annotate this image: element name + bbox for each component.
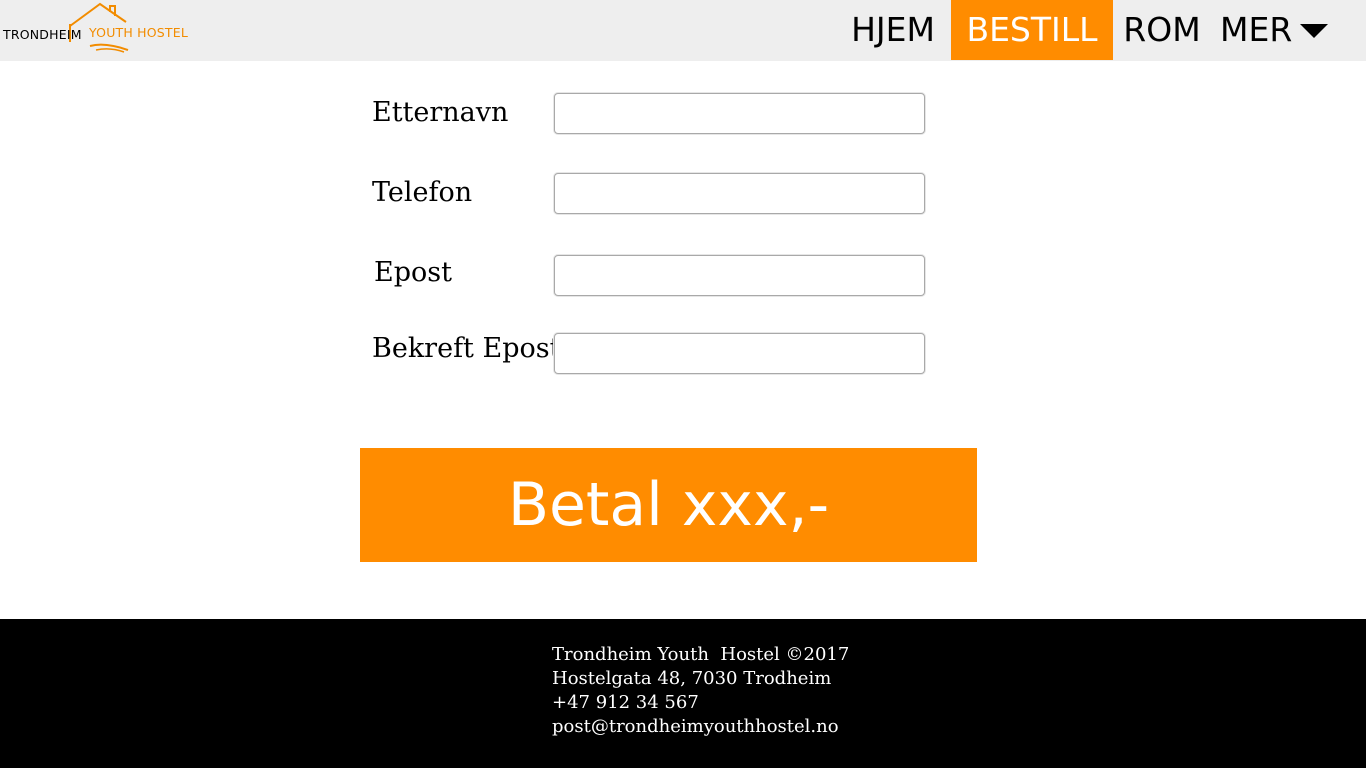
nav-item-bestill[interactable]: BESTILL [951,0,1113,60]
pay-button[interactable]: Betal xxx,- [360,448,977,562]
footer-phone: +47 912 34 567 [552,692,699,713]
nav-item-mer[interactable]: MER [1220,0,1340,60]
site-header: TRONDHEIM YOUTH HOSTEL HJEM BESTILL ROM … [0,0,1366,61]
etternavn-input[interactable] [554,93,925,134]
label-etternavn: Etternavn [372,97,509,128]
nav-item-hjem[interactable]: HJEM [838,0,948,60]
label-epost: Epost [374,257,452,288]
site-footer: Trondheim Youth Hostel ©2017 Hostelgata … [0,619,1366,768]
logo-text-trondheim: TRONDHEIM [3,27,82,42]
footer-email: post@trondheimyouthhostel.no [552,716,839,737]
footer-address: Hostelgata 48, 7030 Trodheim [552,668,832,689]
logo-text-youth-hostel: YOUTH HOSTEL [89,25,189,40]
caret-down-icon [1300,24,1328,38]
nav-item-mer-label: MER [1220,10,1293,49]
label-telefon: Telefon [372,177,473,208]
bekreft-epost-input[interactable] [554,333,925,374]
site-logo[interactable]: TRONDHEIM YOUTH HOSTEL [0,0,200,61]
nav-item-rom[interactable]: ROM [1116,0,1208,60]
label-bekreft-epost: Bekreft Epost [372,333,561,364]
footer-copyright: Trondheim Youth Hostel ©2017 [552,644,850,665]
epost-input[interactable] [554,255,925,296]
telefon-input[interactable] [554,173,925,214]
